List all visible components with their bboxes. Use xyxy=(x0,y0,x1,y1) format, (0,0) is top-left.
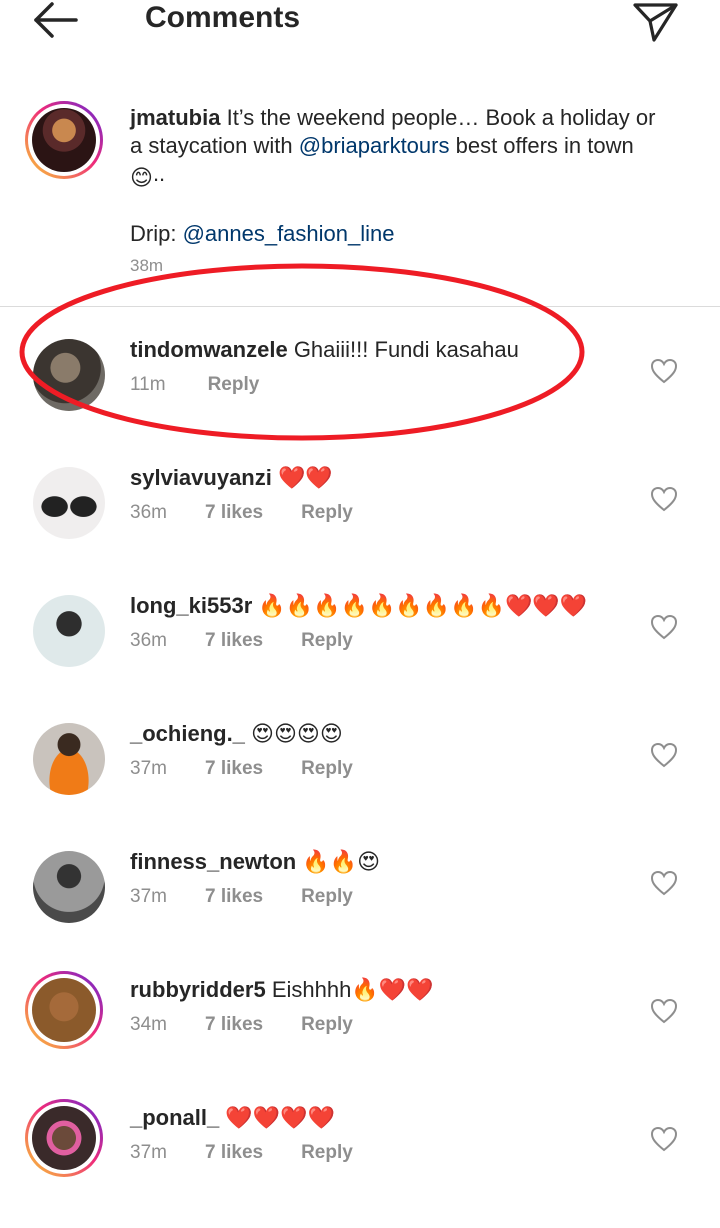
likes-count[interactable]: 7 likes xyxy=(205,502,263,523)
likes-count[interactable]: 7 likes xyxy=(205,886,263,907)
reply-button[interactable]: Reply xyxy=(301,758,353,779)
comment-time: 34m xyxy=(130,1014,167,1035)
comment-meta: 37m 7 likes Reply xyxy=(130,758,391,780)
comment-body: ❤️❤️ xyxy=(278,465,333,490)
comment-row: tindomwanzele Ghaiii!!! Fundi kasahau 11… xyxy=(0,336,720,446)
likes-count[interactable]: 7 likes xyxy=(205,758,263,779)
comment-time: 37m xyxy=(130,758,167,779)
comment-meta: 37m 7 likes Reply xyxy=(130,886,391,908)
comment-time: 36m xyxy=(130,502,167,523)
caption-body-3: .. xyxy=(152,161,166,186)
heart-icon[interactable] xyxy=(650,486,678,512)
comment-username[interactable]: long_ki553r xyxy=(130,593,252,618)
comment-time: 37m xyxy=(130,886,167,907)
comment-text: finness_newton 🔥🔥😍 xyxy=(130,848,380,876)
comment-time: 11m xyxy=(130,374,166,395)
top-bar: Comments xyxy=(0,0,720,42)
divider xyxy=(0,306,720,307)
reply-button[interactable]: Reply xyxy=(301,502,353,523)
comment-body: 😍😍😍😍 xyxy=(251,721,343,746)
comment-username[interactable]: sylviavuyanzi xyxy=(130,465,272,490)
caption-username[interactable]: jmatubia xyxy=(130,105,220,130)
comment-text: _ochieng._ 😍😍😍😍 xyxy=(130,720,343,748)
comment-username[interactable]: _ponall_ xyxy=(130,1105,219,1130)
comment-meta: 36m 7 likes Reply xyxy=(130,630,391,652)
comment-row: _ochieng._ 😍😍😍😍 37m 7 likes Reply xyxy=(0,720,720,830)
comment-meta: 11m Reply xyxy=(130,374,297,396)
reply-button[interactable]: Reply xyxy=(208,374,260,395)
heart-icon[interactable] xyxy=(650,742,678,768)
caption-avatar[interactable] xyxy=(25,101,103,179)
caption-text: jmatubia It’s the weekend people… Book a… xyxy=(130,104,660,248)
comment-row: finness_newton 🔥🔥😍 37m 7 likes Reply xyxy=(0,848,720,958)
heart-icon[interactable] xyxy=(650,998,678,1024)
likes-count[interactable]: 7 likes xyxy=(205,1142,263,1163)
comment-username[interactable]: tindomwanzele xyxy=(130,337,288,362)
comment-username[interactable]: _ochieng._ xyxy=(130,721,245,746)
reply-button[interactable]: Reply xyxy=(301,1014,353,1035)
page-title: Comments xyxy=(145,1,301,34)
comment-meta: 37m 7 likes Reply xyxy=(130,1142,391,1164)
comment-text: long_ki553r 🔥🔥🔥🔥🔥🔥🔥🔥🔥❤️❤️❤️ xyxy=(130,592,587,620)
comment-text: tindomwanzele Ghaiii!!! Fundi kasahau xyxy=(130,336,519,364)
comment-text: rubbyridder5 Eishhhh🔥❤️❤️ xyxy=(130,976,434,1004)
comment-body: 🔥🔥🔥🔥🔥🔥🔥🔥🔥❤️❤️❤️ xyxy=(258,593,588,618)
comment-username[interactable]: rubbyridder5 xyxy=(130,977,266,1002)
comment-meta: 34m 7 likes Reply xyxy=(130,1014,391,1036)
comment-row: long_ki553r 🔥🔥🔥🔥🔥🔥🔥🔥🔥❤️❤️❤️ 36m 7 likes Re… xyxy=(0,592,720,702)
comment-body: 🔥🔥😍 xyxy=(302,849,381,874)
comment-text: _ponall_ ❤️❤️❤️❤️ xyxy=(130,1104,335,1132)
caption-timestamp: 38m xyxy=(130,256,164,275)
drip-label: Drip: xyxy=(130,221,183,246)
heart-icon[interactable] xyxy=(650,358,678,384)
caption-body-2: best offers in town xyxy=(449,133,634,158)
likes-count[interactable]: 7 likes xyxy=(205,1014,263,1035)
comment-row: _ponall_ ❤️❤️❤️❤️ 37m 7 likes Reply xyxy=(0,1104,720,1214)
back-arrow-icon[interactable] xyxy=(30,0,82,40)
mention-link[interactable]: @briaparktours xyxy=(299,133,450,158)
comment-row: rubbyridder5 Eishhhh🔥❤️❤️ 34m 7 likes Repl… xyxy=(0,976,720,1086)
heart-icon[interactable] xyxy=(650,1126,678,1152)
comment-meta: 36m 7 likes Reply xyxy=(130,502,391,524)
comment-body: Ghaiii!!! Fundi kasahau xyxy=(293,337,519,362)
smiling-emoji: 😊 xyxy=(130,165,153,190)
paper-plane-icon[interactable] xyxy=(630,0,682,44)
comment-row: sylviavuyanzi ❤️❤️ 36m 7 likes Reply xyxy=(0,464,720,574)
heart-icon[interactable] xyxy=(650,614,678,640)
comment-body: ❤️❤️❤️❤️ xyxy=(225,1105,335,1130)
mention-link-2[interactable]: @annes_fashion_line xyxy=(183,221,395,246)
comment-body: Eishhhh🔥❤️❤️ xyxy=(271,977,434,1002)
comment-time: 37m xyxy=(130,1142,167,1163)
reply-button[interactable]: Reply xyxy=(301,886,353,907)
reply-button[interactable]: Reply xyxy=(301,630,353,651)
comment-username[interactable]: finness_newton xyxy=(130,849,296,874)
heart-icon[interactable] xyxy=(650,870,678,896)
reply-button[interactable]: Reply xyxy=(301,1142,353,1163)
comment-time: 36m xyxy=(130,630,167,651)
likes-count[interactable]: 7 likes xyxy=(205,630,263,651)
comment-text: sylviavuyanzi ❤️❤️ xyxy=(130,464,333,492)
